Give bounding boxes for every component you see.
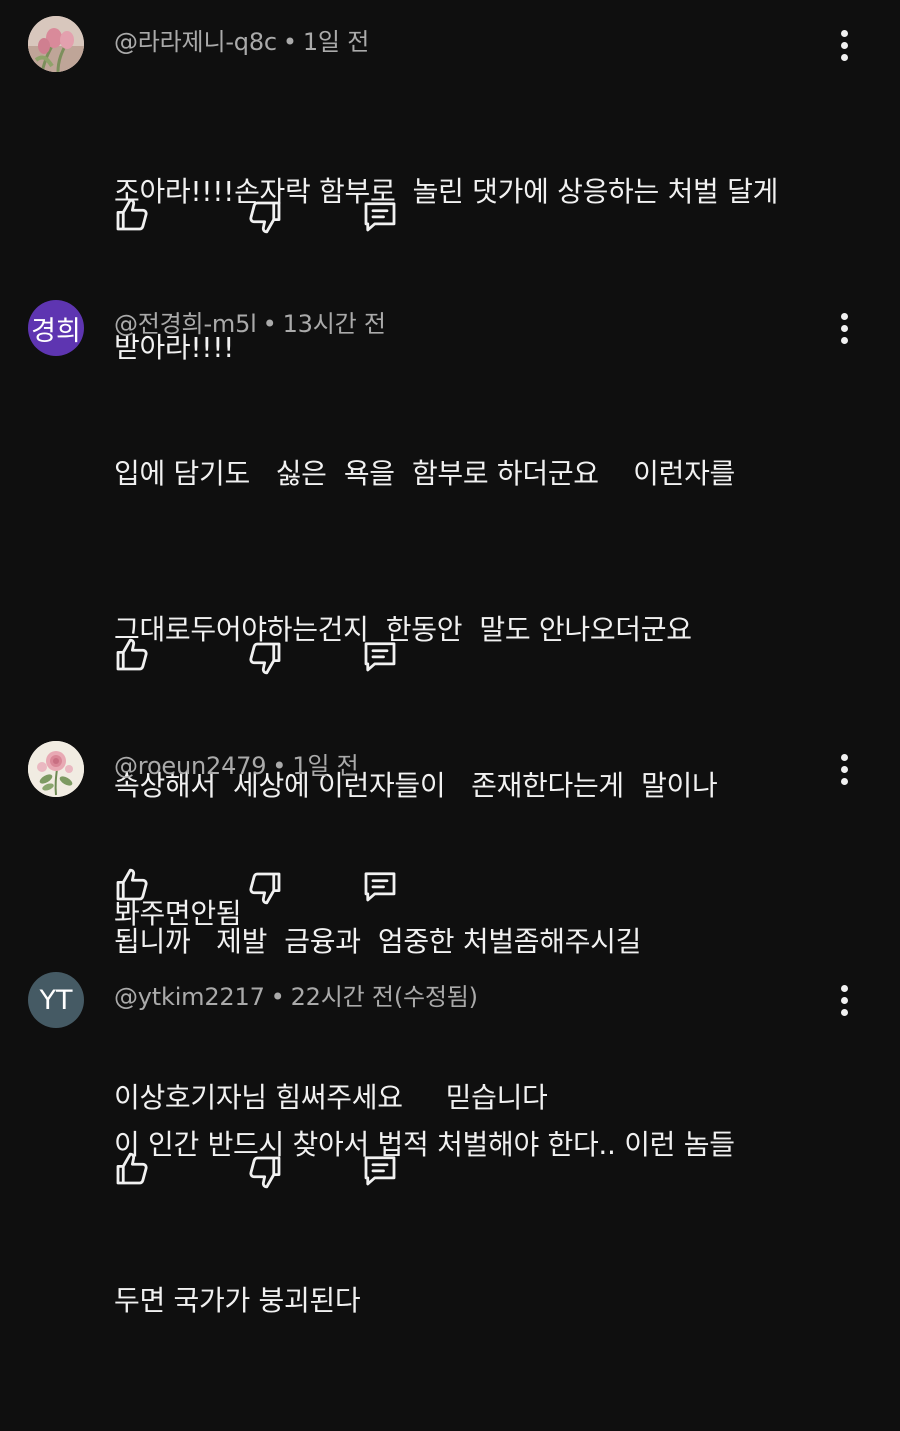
like-button[interactable] xyxy=(111,1148,153,1190)
like-button[interactable] xyxy=(111,194,153,236)
more-vert-icon-dot xyxy=(840,324,848,332)
comment-header: @라라제니-q8c • 1일 전 xyxy=(114,22,369,57)
separator-dot: • xyxy=(270,983,285,1011)
reply-button[interactable] xyxy=(359,1149,401,1191)
thumbs-down-icon xyxy=(249,872,281,905)
avatar-initials: YT xyxy=(39,984,73,1016)
thumbs-up-icon xyxy=(116,1152,148,1185)
rose-illustration-icon xyxy=(28,741,84,797)
comment-text-line: 입에 담기도 싫은 욕을 함부로 하더군요 이런자를 xyxy=(114,457,736,490)
like-button[interactable] xyxy=(111,864,153,906)
comment-text-line: 두면 국가가 붕괴된다 xyxy=(114,1284,361,1317)
comment-text-line: 이 인간 반드시 찾아서 법적 처벌해야 한다.. 이런 놈들 xyxy=(114,1128,735,1161)
separator-dot: • xyxy=(282,28,297,56)
thumbs-up-icon xyxy=(116,198,148,231)
reply-button[interactable] xyxy=(359,195,401,237)
comment-time[interactable]: 1일 전 xyxy=(303,28,369,56)
more-vert-icon-dot xyxy=(840,336,848,344)
avatar[interactable]: YT xyxy=(28,972,84,1028)
reply-button[interactable] xyxy=(359,635,401,677)
thumbs-down-icon xyxy=(249,642,281,675)
comment-header: @ytkim2217 • 22시간 전(수정됨) xyxy=(114,977,478,1012)
thumbs-up-icon xyxy=(116,638,148,671)
more-vert-icon xyxy=(840,29,848,37)
comment-time[interactable]: 1일 전 xyxy=(292,752,358,780)
reply-icon xyxy=(364,1156,396,1186)
thumbs-up-icon xyxy=(116,868,148,901)
more-vert-icon-dot xyxy=(840,53,848,61)
reply-icon xyxy=(364,202,396,232)
dislike-button[interactable] xyxy=(244,1151,286,1193)
comment-time[interactable]: 22시간 전(수정됨) xyxy=(291,983,478,1011)
comment-text-line: 조아라!!!!손자락 함부로 놀린 댓가에 상응하는 처벌 달게 xyxy=(114,175,779,208)
reply-icon xyxy=(364,642,396,672)
comment-text: 이 인간 반드시 찾아서 법적 처벌해야 한다.. 이런 놈들 두면 국가가 붕… xyxy=(114,1015,844,1431)
comment-text-line: 봐주면안됨 xyxy=(114,897,242,930)
author-name[interactable]: @roeun2479 xyxy=(114,752,266,780)
reply-button[interactable] xyxy=(359,865,401,907)
avatar[interactable] xyxy=(28,741,84,797)
more-vert-icon xyxy=(840,753,848,761)
more-vert-icon-dot xyxy=(840,765,848,773)
reply-icon xyxy=(364,872,396,902)
separator-dot: • xyxy=(272,752,287,780)
tulip-photo-icon xyxy=(28,16,84,72)
like-button[interactable] xyxy=(111,634,153,676)
avatar-initials: 경희 xyxy=(31,315,81,347)
author-name[interactable]: @전경희-m5l xyxy=(114,310,257,338)
comment-text-line: 그대로두어야하는건지 한동안 말도 안나오더군요 xyxy=(114,613,692,646)
dislike-button[interactable] xyxy=(244,867,286,909)
more-vert-icon xyxy=(840,984,848,992)
thumbs-down-icon xyxy=(249,1156,281,1189)
comment-header: @전경희-m5l • 13시간 전 xyxy=(114,304,386,339)
avatar[interactable] xyxy=(28,16,84,72)
comment-header: @roeun2479 • 1일 전 xyxy=(114,746,359,781)
comment-time[interactable]: 13시간 전 xyxy=(283,310,386,338)
author-name[interactable]: @라라제니-q8c xyxy=(114,28,277,56)
more-vert-icon-dot xyxy=(840,996,848,1004)
author-name[interactable]: @ytkim2217 xyxy=(114,983,265,1011)
thumbs-down-icon xyxy=(249,201,281,234)
dislike-button[interactable] xyxy=(244,196,286,238)
dislike-button[interactable] xyxy=(244,637,286,679)
more-vert-icon-dot xyxy=(840,41,848,49)
more-vert-icon xyxy=(840,312,848,320)
separator-dot: • xyxy=(262,310,277,338)
avatar[interactable]: 경희 xyxy=(28,300,84,356)
